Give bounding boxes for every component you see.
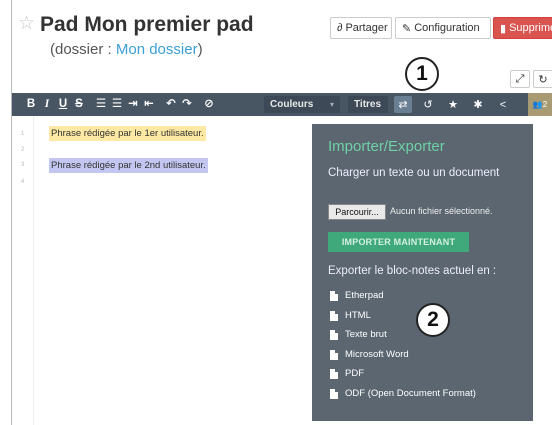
history-icon[interactable]: ↺	[419, 96, 437, 113]
refresh-button[interactable]: ↻	[533, 70, 552, 88]
users-button[interactable]: 👥 2	[528, 93, 552, 116]
indent-icon[interactable]: ⇥	[126, 93, 140, 116]
export-format-label: ODF (Open Document Format)	[345, 388, 476, 399]
folder-link[interactable]: Mon dossier	[116, 41, 198, 58]
strikethrough-button[interactable]: S	[72, 93, 86, 116]
titles-dropdown-label: Titres	[354, 99, 382, 110]
export-format-label: Etherpad	[345, 290, 384, 301]
export-format-label: HTML	[345, 310, 371, 321]
refresh-icon: ↻	[538, 73, 548, 86]
export-etherpad-link[interactable]: Etherpad	[330, 290, 384, 301]
bold-button[interactable]: B	[24, 93, 38, 116]
colors-dropdown-label: Couleurs	[270, 99, 314, 110]
outdent-icon[interactable]: ⇤	[142, 93, 156, 116]
import-subtitle: Charger un texte ou un document	[328, 167, 500, 179]
ordered-list-icon[interactable]: ☰	[94, 93, 108, 116]
editor-line-user-2[interactable]: Phrase rédigée par le 2nd utilisateur.	[49, 158, 208, 173]
wrench-icon: ✎	[402, 22, 412, 35]
callout-one: 1	[405, 57, 439, 91]
italic-button[interactable]: I	[40, 93, 54, 116]
file-document-icon	[330, 388, 338, 399]
expand-button[interactable]: ⤢	[510, 70, 530, 88]
share-icon[interactable]: <	[494, 96, 512, 113]
delete-button[interactable]: ▮ Supprimer	[493, 17, 552, 39]
users-count: 2	[542, 100, 548, 109]
callout-two: 2	[416, 303, 450, 337]
import-export-popup: Importer/Exporter Charger un texte ou un…	[312, 124, 533, 421]
trash-icon: ▮	[500, 22, 507, 35]
no-file-selected-label: Aucun fichier sélectionné.	[390, 206, 493, 216]
titles-dropdown[interactable]: Titres	[348, 96, 388, 113]
redo-icon[interactable]: ↷	[180, 93, 194, 116]
undo-icon[interactable]: ↶	[164, 93, 178, 116]
editor-line-user-1[interactable]: Phrase rédigée par le 1er utilisateur.	[49, 126, 206, 141]
colors-dropdown[interactable]: Couleurs ▾	[264, 96, 340, 113]
import-export-icon[interactable]: ⇄	[394, 96, 412, 113]
file-code-icon	[330, 310, 338, 321]
share-button-label: Partager	[345, 22, 388, 34]
export-word-link[interactable]: Microsoft Word	[330, 349, 409, 360]
underline-button[interactable]: U	[56, 93, 70, 116]
expand-icon: ⤢	[515, 72, 525, 85]
configuration-button[interactable]: ✎ Configuration	[395, 17, 491, 39]
folder-breadcrumb: (dossier : Mon dossier)	[50, 41, 203, 58]
line-number: 2	[21, 147, 25, 153]
delete-button-label: Supprimer	[509, 22, 552, 34]
export-format-label: Microsoft Word	[345, 349, 409, 360]
favorite-star-icon[interactable]: ☆	[18, 14, 35, 34]
export-html-link[interactable]: HTML	[330, 310, 371, 321]
export-format-label: Texte brut	[345, 329, 387, 340]
file-icon	[330, 290, 338, 301]
share-button[interactable]: ∂ Partager	[330, 17, 392, 39]
line-number-gutter: 1 2 3 4	[12, 116, 34, 425]
file-text-icon	[330, 329, 338, 340]
pad-header: ☆ Pad Mon premier pad (dossier : Mon dos…	[12, 0, 552, 88]
popup-title: Importer/Exporter	[328, 138, 445, 155]
export-text-link[interactable]: Texte brut	[330, 329, 387, 340]
file-word-icon	[330, 349, 338, 360]
star-icon[interactable]: ★	[444, 96, 462, 113]
folder-prefix: (dossier :	[50, 41, 116, 58]
export-odf-link[interactable]: ODF (Open Document Format)	[330, 388, 476, 399]
export-pdf-link[interactable]: PDF	[330, 368, 364, 379]
users-icon: 👥	[532, 100, 543, 109]
line-number: 4	[21, 179, 25, 185]
export-format-label: PDF	[345, 368, 364, 379]
page-title: Pad Mon premier pad	[40, 13, 254, 36]
configuration-button-label: Configuration	[414, 22, 480, 34]
file-pdf-icon	[330, 368, 338, 379]
chevron-down-icon: ▾	[329, 100, 334, 109]
line-number: 1	[21, 131, 25, 137]
import-now-button[interactable]: IMPORTER MAINTENANT	[328, 232, 469, 252]
export-label: Exporter le bloc-notes actuel en :	[328, 265, 497, 277]
link-icon: ∂	[337, 22, 343, 34]
unordered-list-icon[interactable]: ☰	[110, 93, 124, 116]
settings-gear-icon[interactable]: ✱	[469, 96, 487, 113]
line-number: 3	[21, 162, 25, 168]
clear-authorship-icon[interactable]: ⊘	[202, 93, 216, 116]
folder-suffix: )	[197, 41, 203, 58]
browse-file-button[interactable]: Parcourir...	[328, 204, 386, 220]
